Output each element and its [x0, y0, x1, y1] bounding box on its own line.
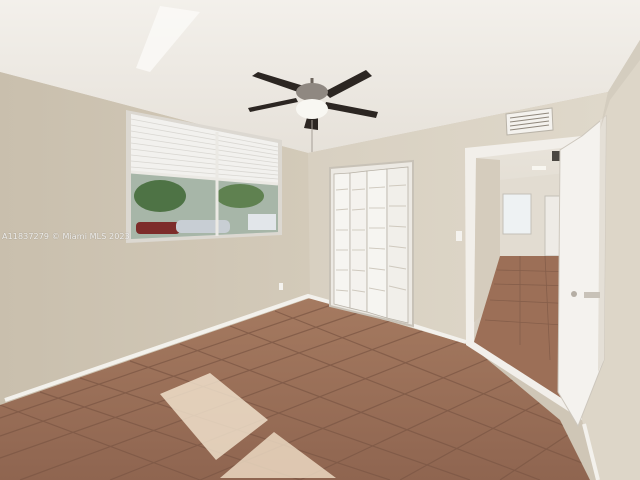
- mls-watermark: A11837279 © Miami MLS 2023: [2, 232, 130, 241]
- closet-door-panel: [366, 168, 388, 319]
- door-knob: [571, 291, 577, 297]
- fan-light: [296, 99, 328, 119]
- wall-outlet: [279, 283, 283, 290]
- hallway-window: [502, 193, 532, 235]
- car: [176, 220, 230, 233]
- tree: [134, 180, 186, 212]
- tree: [216, 184, 264, 208]
- car: [136, 222, 180, 234]
- closet-door-panel: [386, 166, 409, 324]
- closet-door-panel: [333, 172, 351, 309]
- light-switch: [456, 231, 462, 241]
- closet-doors: [329, 159, 414, 328]
